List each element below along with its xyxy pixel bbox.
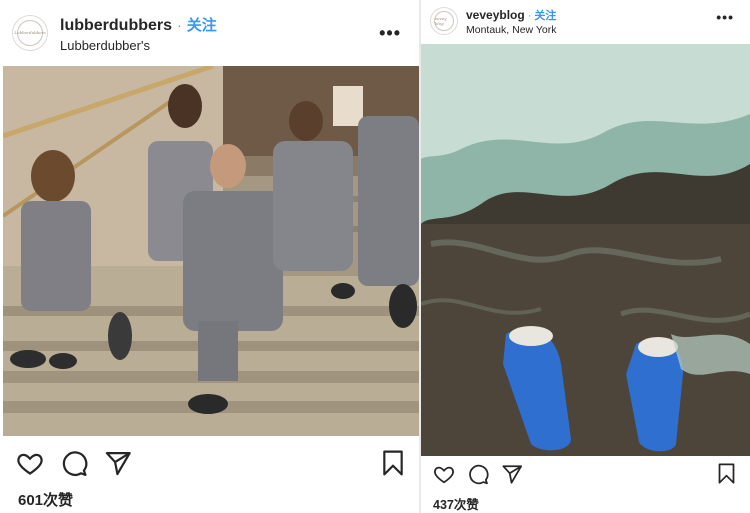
share-icon xyxy=(502,465,523,484)
likes-count[interactable]: 601次赞 xyxy=(18,489,73,510)
avatar[interactable]: vevey blog xyxy=(430,7,458,35)
username[interactable]: lubberdubbers xyxy=(60,17,172,35)
bookmark-icon xyxy=(718,463,735,484)
like-button[interactable] xyxy=(16,449,44,477)
comment-button[interactable] xyxy=(467,463,489,485)
save-button[interactable] xyxy=(381,450,405,476)
post-header: vevey blog veveyblog · 关注 Montauk, New Y… xyxy=(421,0,750,42)
like-button[interactable] xyxy=(433,463,455,485)
share-icon xyxy=(105,451,131,476)
likes-count[interactable]: 437次赞 xyxy=(433,494,479,513)
heart-icon xyxy=(17,453,43,475)
action-bar xyxy=(0,448,419,478)
post-photo[interactable] xyxy=(421,44,750,456)
save-button[interactable] xyxy=(717,463,736,484)
avatar-logo: vevey blog xyxy=(433,10,455,32)
bookmark-icon xyxy=(383,450,403,476)
avatar-logo: Lubberdubbers xyxy=(14,19,46,47)
username[interactable]: veveyblog xyxy=(466,8,525,22)
action-bar xyxy=(421,462,750,486)
post-header: Lubberdubbers lubberdubbers · 关注 Lubberd… xyxy=(0,0,419,66)
user-block: lubberdubbers · 关注 Lubberdubber's xyxy=(60,14,217,53)
share-button[interactable] xyxy=(501,463,523,485)
follow-button[interactable]: 关注 xyxy=(534,7,556,23)
group-on-stairs-photo xyxy=(3,66,419,436)
share-button[interactable] xyxy=(104,449,132,477)
more-options-button[interactable]: ••• xyxy=(716,10,734,24)
shoes-in-surf-photo xyxy=(421,44,750,456)
comment-button[interactable] xyxy=(60,449,88,477)
avatar-logo-text: vevey blog xyxy=(434,15,447,26)
avatar[interactable]: Lubberdubbers xyxy=(12,15,48,51)
comment-icon xyxy=(469,464,489,485)
post-card-veveyblog: vevey blog veveyblog · 关注 Montauk, New Y… xyxy=(421,0,750,513)
post-photo[interactable] xyxy=(3,66,419,436)
location-label[interactable]: Lubberdubber's xyxy=(60,38,217,53)
more-options-button[interactable]: ••• xyxy=(379,24,401,42)
avatar-logo-text: Lubberdubbers xyxy=(14,30,46,36)
location-label[interactable]: Montauk, New York xyxy=(466,24,556,36)
heart-icon xyxy=(434,466,454,484)
post-card-lubberdubbers: Lubberdubbers lubberdubbers · 关注 Lubberd… xyxy=(0,0,419,513)
comment-icon xyxy=(62,451,88,477)
separator-dot: · xyxy=(527,9,532,22)
user-line: veveyblog · 关注 xyxy=(466,7,556,23)
user-block: veveyblog · 关注 Montauk, New York xyxy=(466,7,556,36)
follow-button[interactable]: 关注 xyxy=(187,14,217,35)
user-line: lubberdubbers · 关注 xyxy=(60,14,217,35)
separator-dot: · xyxy=(177,16,182,33)
